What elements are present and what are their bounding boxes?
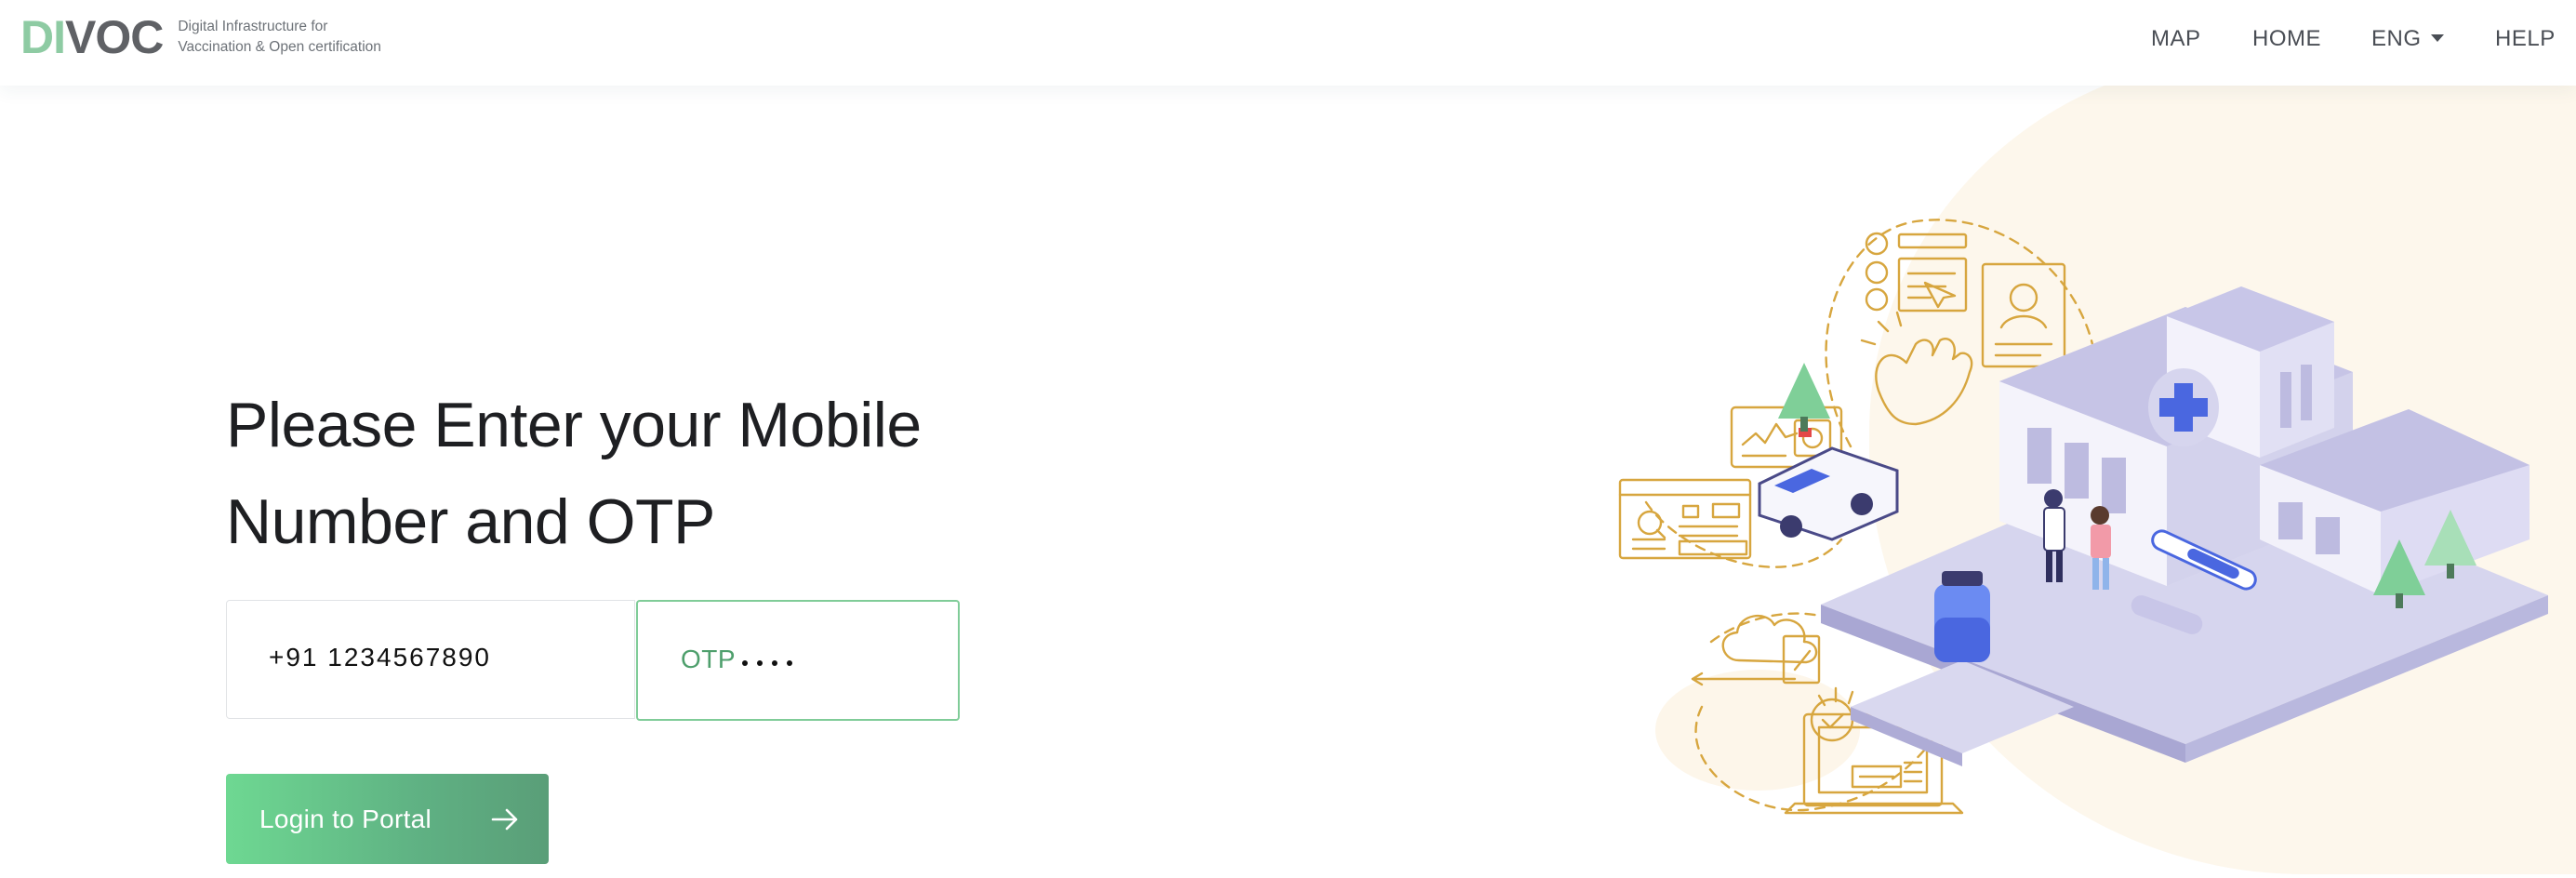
logo-voc: VOC — [65, 11, 164, 63]
otp-label: OTP — [681, 645, 737, 673]
divoc-logo[interactable]: DIVOC Digital Infrastructure for Vaccina… — [20, 13, 401, 61]
otp-input[interactable]: OTP — [636, 600, 960, 721]
otp-dot — [757, 660, 763, 666]
mobile-number-value: +91 1234567890 — [269, 643, 491, 672]
nav-item-help[interactable]: HELP — [2495, 26, 2556, 52]
otp-dot — [787, 660, 792, 666]
healthcare-illustration — [1618, 219, 2548, 815]
logo-di: DI — [20, 11, 66, 63]
login-button[interactable]: Login to Portal — [226, 774, 549, 864]
mobile-number-input[interactable]: +91 1234567890 — [226, 600, 635, 719]
login-button-label: Login to Portal — [259, 805, 432, 833]
language-label: ENG — [2371, 26, 2422, 51]
logo-tagline: Digital Infrastructure for Vaccination &… — [178, 17, 401, 58]
logo-tagline-line1: Digital Infrastructure for — [178, 19, 328, 34]
nav-item-map[interactable]: MAP — [2151, 26, 2201, 52]
nav-item-home[interactable]: HOME — [2252, 26, 2321, 52]
otp-dot — [772, 660, 777, 666]
page-title: Please Enter your Mobile Number and OTP — [226, 390, 922, 557]
logo-tagline-line2: Vaccination & Open certification — [178, 39, 381, 55]
arrow-right-icon — [491, 808, 518, 831]
otp-dot — [742, 660, 748, 666]
logo-wordmark: DIVOC — [20, 11, 164, 63]
top-navbar: DIVOC Digital Infrastructure for Vaccina… — [0, 0, 2576, 86]
login-page: DIVOC Digital Infrastructure for Vaccina… — [0, 0, 2576, 878]
chevron-down-icon — [2430, 33, 2444, 42]
nav-item-language[interactable]: ENG — [2371, 26, 2444, 52]
otp-masked-value — [742, 649, 792, 666]
